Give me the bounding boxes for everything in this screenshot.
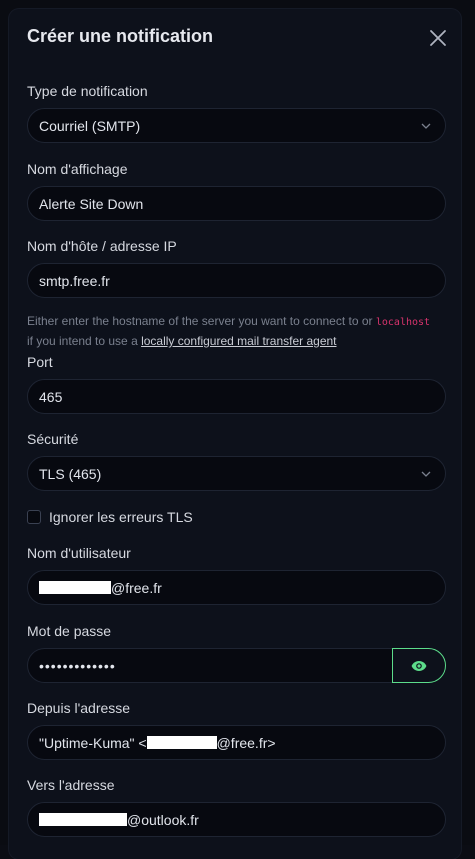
- to-address-label: Vers l'adresse: [27, 777, 115, 793]
- from-address-label: Depuis l'adresse: [27, 700, 130, 716]
- redacted-block: [147, 736, 217, 749]
- eye-icon: [411, 660, 427, 672]
- display-name-input[interactable]: Alerte Site Down: [27, 186, 446, 221]
- mta-link[interactable]: locally configured mail transfer agent: [141, 334, 336, 348]
- notification-type-value: Courriel (SMTP): [39, 118, 140, 134]
- password-input[interactable]: •••••••••••••: [27, 648, 393, 683]
- display-name-label: Nom d'affichage: [27, 161, 127, 177]
- close-icon: [427, 27, 449, 49]
- from-suffix: @free.fr>: [217, 735, 276, 751]
- chevron-down-icon: [421, 121, 431, 131]
- hostname-value: smtp.free.fr: [39, 273, 110, 289]
- notification-type-label: Type de notification: [27, 83, 148, 99]
- username-input[interactable]: @free.fr: [27, 570, 446, 605]
- redacted-block: [39, 813, 127, 826]
- close-button[interactable]: [427, 27, 449, 49]
- security-select[interactable]: TLS (465): [27, 456, 446, 491]
- notification-type-select[interactable]: Courriel (SMTP): [27, 108, 446, 143]
- from-prefix: "Uptime-Kuma" <: [39, 735, 147, 751]
- help-text-start: Either enter the hostname of the server …: [27, 314, 376, 328]
- help-text-middle: if you intend to use a: [27, 334, 141, 348]
- redacted-block: [39, 581, 111, 594]
- password-label: Mot de passe: [27, 623, 111, 639]
- ignore-tls-checkbox[interactable]: [27, 510, 41, 524]
- ignore-tls-row: Ignorer les erreurs TLS: [27, 509, 193, 525]
- display-name-value: Alerte Site Down: [39, 196, 143, 212]
- chevron-down-icon: [421, 469, 431, 479]
- password-value: •••••••••••••: [39, 658, 116, 674]
- port-input[interactable]: 465: [27, 379, 446, 414]
- to-suffix: @outlook.fr: [127, 812, 199, 828]
- security-value: TLS (465): [39, 466, 101, 482]
- security-label: Sécurité: [27, 431, 78, 447]
- username-suffix: @free.fr: [111, 580, 162, 596]
- show-password-button[interactable]: [392, 648, 446, 683]
- notification-dialog: Créer une notification Type de notificat…: [9, 9, 461, 859]
- port-label: Port: [27, 354, 53, 370]
- username-label: Nom d'utilisateur: [27, 545, 131, 561]
- from-address-input[interactable]: "Uptime-Kuma" < @free.fr>: [27, 725, 446, 760]
- hostname-label: Nom d'hôte / adresse IP: [27, 238, 177, 254]
- localhost-code: localhost: [376, 317, 430, 328]
- dialog-title: Créer une notification: [27, 26, 213, 47]
- port-value: 465: [39, 389, 62, 405]
- ignore-tls-label: Ignorer les erreurs TLS: [49, 509, 193, 525]
- hostname-help-text: Either enter the hostname of the server …: [27, 312, 437, 351]
- to-address-input[interactable]: @outlook.fr: [27, 802, 446, 837]
- hostname-input[interactable]: smtp.free.fr: [27, 263, 446, 298]
